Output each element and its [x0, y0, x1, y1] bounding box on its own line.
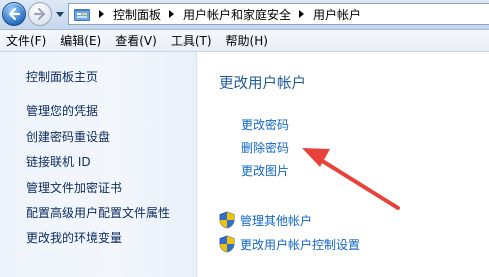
control-panel-home-link[interactable]: 控制面板主页	[26, 68, 98, 85]
menu-file[interactable]: 文件(F)	[0, 32, 53, 49]
breadcrumb-chevron-icon[interactable]	[296, 9, 308, 19]
manage-credentials-link[interactable]: 管理您的凭据	[26, 102, 98, 119]
menu-bar: 文件(F) 编辑(E) 查看(V) 工具(T) 帮助(H)	[0, 30, 489, 52]
back-button[interactable]	[2, 2, 26, 26]
address-bar-row: 控制面板 用户帐户和家庭安全 用户帐户	[0, 0, 489, 30]
uac-settings-link[interactable]: 更改用户帐户控制设置	[219, 235, 360, 253]
remove-password-link[interactable]: 删除密码	[241, 139, 289, 156]
change-picture-link[interactable]: 更改图片	[241, 162, 289, 179]
link-online-id-link[interactable]: 链接联机 ID	[26, 153, 91, 170]
address-box[interactable]: 控制面板 用户帐户和家庭安全 用户帐户	[68, 3, 489, 25]
menu-help[interactable]: 帮助(H)	[219, 32, 275, 49]
uac-shield-icon	[219, 211, 235, 229]
breadcrumb-control-panel[interactable]: 控制面板	[113, 6, 161, 23]
red-annotation-arrow-icon	[302, 148, 400, 210]
uac-shield-icon	[219, 235, 235, 253]
control-panel-folder-icon	[74, 9, 90, 21]
menu-edit[interactable]: 编辑(E)	[53, 32, 108, 49]
breadcrumb-user-accounts[interactable]: 用户帐户	[313, 6, 361, 23]
breadcrumb-user-accounts-family[interactable]: 用户帐户和家庭安全	[183, 6, 291, 23]
uac-settings-label[interactable]: 更改用户帐户控制设置	[240, 236, 360, 253]
manage-encryption-certs-link[interactable]: 管理文件加密证书	[26, 179, 122, 196]
forward-button[interactable]	[28, 2, 52, 26]
menu-view[interactable]: 查看(V)	[108, 32, 164, 49]
left-nav-pane: 控制面板主页 管理您的凭据 创建密码重设盘 链接联机 ID 管理文件加密证书 配…	[0, 52, 197, 277]
forward-arrow-icon	[33, 7, 46, 21]
environment-variables-link[interactable]: 更改我的环境变量	[26, 229, 122, 246]
create-reset-disk-link[interactable]: 创建密码重设盘	[26, 128, 110, 145]
breadcrumb-chevron-icon[interactable]	[96, 9, 108, 19]
menu-tools[interactable]: 工具(T)	[164, 32, 219, 49]
dropdown-arrow-icon[interactable]	[55, 8, 65, 20]
page-title: 更改用户帐户	[219, 76, 306, 92]
change-password-link[interactable]: 更改密码	[241, 116, 289, 133]
back-arrow-icon	[8, 7, 21, 21]
breadcrumb-chevron-icon[interactable]	[166, 9, 178, 19]
advanced-profile-properties-link[interactable]: 配置高级用户配置文件属性	[26, 204, 170, 221]
